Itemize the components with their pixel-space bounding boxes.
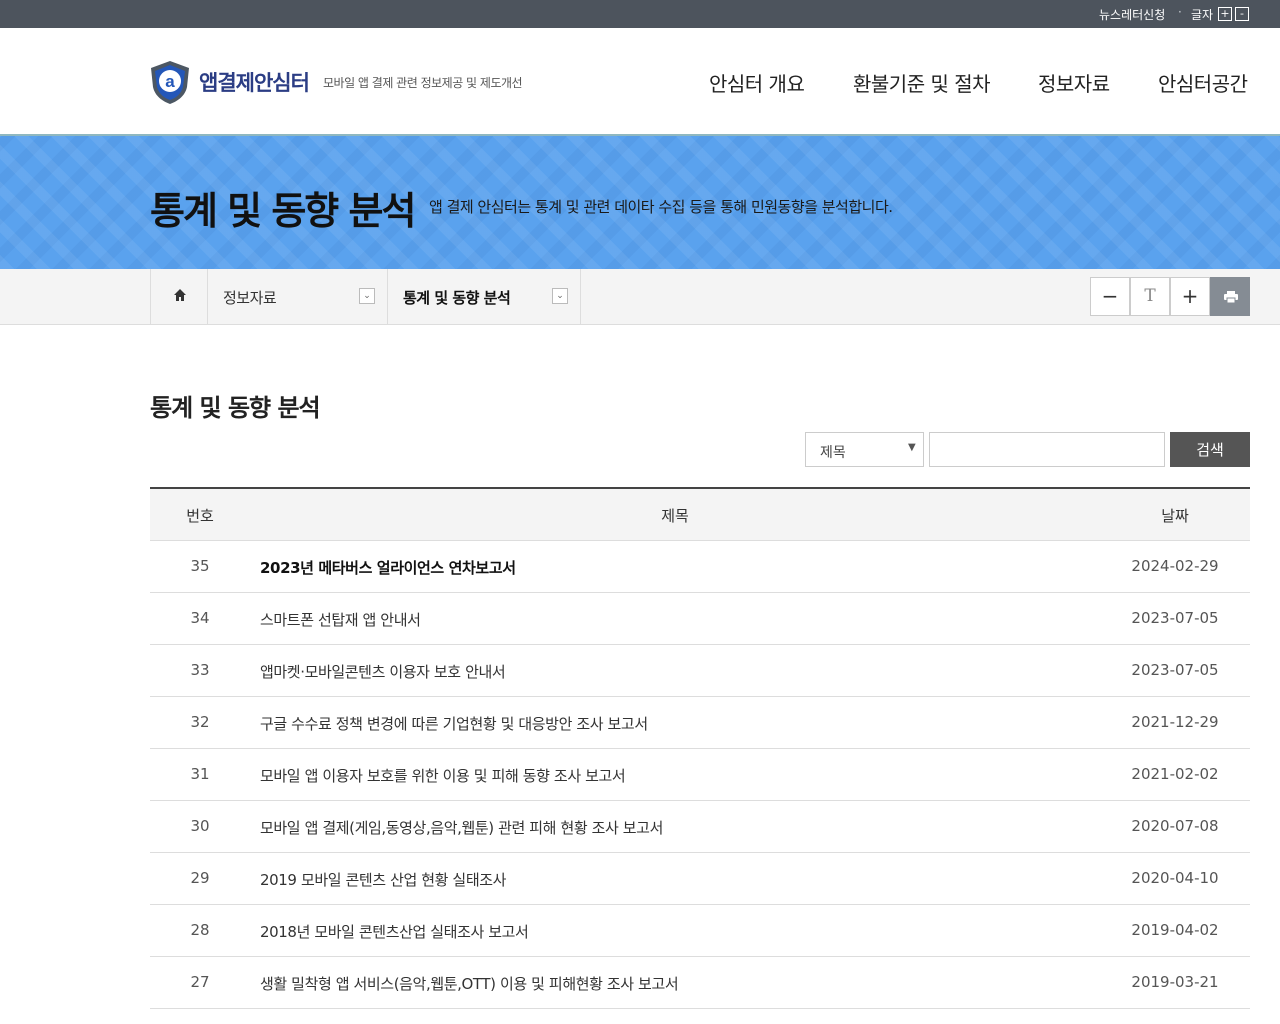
column-header-date: 날짜 (1161, 507, 1189, 525)
board-list: 번호 제목 날짜 35 2023년 메타버스 얼라이언스 연차보고서 2024-… (150, 487, 1250, 1009)
logo-text[interactable]: 앱결제안심터 (199, 67, 310, 97)
breadcrumb: 정보자료 ⌄ 통계 및 동향 분석 ⌄ (0, 269, 1280, 325)
font-increase-button[interactable]: + (1218, 7, 1232, 21)
row-date: 2020-07-08 (1131, 817, 1219, 835)
row-title-link[interactable]: 생활 밀착형 앱 서비스(음악,웹툰,OTT) 이용 및 피해현황 조사 보고서 (260, 973, 679, 994)
table-row[interactable]: 32 구글 수수료 정책 변경에 따른 기업현황 및 대응방안 조사 보고서 2… (150, 697, 1250, 749)
table-row[interactable]: 30 모바일 앱 결제(게임,동영상,음악,웹툰) 관련 피해 현황 조사 보고… (150, 801, 1250, 853)
nav-item-refund[interactable]: 환불기준 및 절차 (853, 68, 991, 97)
row-title-link[interactable]: 앱마켓·모바일콘텐츠 이용자 보호 안내서 (260, 661, 506, 682)
nav-item-space[interactable]: 안심터공간 (1158, 68, 1248, 97)
breadcrumb-item-current[interactable]: 통계 및 동향 분석 ⌄ (388, 269, 581, 324)
row-date: 2021-12-29 (1131, 713, 1219, 731)
zoom-in-button[interactable]: + (1170, 277, 1210, 316)
svg-text:a: a (165, 72, 175, 91)
banner-description: 앱 결제 안심터는 통계 및 관련 데이타 수집 등을 통해 민원동향을 분석합… (429, 198, 893, 216)
table-row[interactable]: 27 생활 밀착형 앱 서비스(음악,웹툰,OTT) 이용 및 피해현황 조사 … (150, 957, 1250, 1009)
nav-item-overview[interactable]: 안심터 개요 (709, 68, 805, 97)
row-date: 2024-02-29 (1131, 557, 1219, 575)
home-icon (174, 289, 186, 301)
row-date: 2023-07-05 (1131, 661, 1219, 679)
row-title-link[interactable]: 2023년 메타버스 얼라이언스 연차보고서 (260, 557, 516, 578)
shield-a-icon[interactable]: a (148, 59, 192, 105)
column-header-title: 제목 (661, 507, 689, 525)
row-number: 35 (190, 557, 210, 575)
breadcrumb-label: 정보자료 (223, 289, 277, 307)
font-decrease-button[interactable]: - (1235, 7, 1249, 21)
search-select-value: 제목 (820, 445, 846, 461)
search-button[interactable]: 검색 (1170, 432, 1250, 467)
search-input[interactable] (929, 432, 1165, 467)
chevron-down-icon[interactable]: ⌄ (552, 288, 568, 304)
table-row[interactable]: 31 모바일 앱 이용자 보호를 위한 이용 및 피해 동향 조사 보고서 20… (150, 749, 1250, 801)
breadcrumb-item-resources[interactable]: 정보자료 ⌄ (208, 269, 388, 324)
site-header: a 앱결제안심터 모바일 앱 결제 관련 정보제공 및 제도개선 안심터 개요 … (0, 28, 1280, 136)
search-field-select[interactable]: 제목 ▼ (805, 432, 924, 467)
row-date: 2019-03-21 (1131, 973, 1219, 991)
row-number: 28 (190, 921, 210, 939)
row-title-link[interactable]: 모바일 앱 이용자 보호를 위한 이용 및 피해 동향 조사 보고서 (260, 765, 626, 786)
table-row[interactable]: 35 2023년 메타버스 얼라이언스 연차보고서 2024-02-29 (150, 541, 1250, 593)
row-number: 27 (190, 973, 210, 991)
row-date: 2019-04-02 (1131, 921, 1219, 939)
separator-dot: · (1178, 5, 1182, 19)
row-date: 2021-02-02 (1131, 765, 1219, 783)
row-date: 2020-04-10 (1131, 869, 1219, 887)
chevron-down-icon[interactable]: ⌄ (359, 288, 375, 304)
row-number: 34 (190, 609, 210, 627)
zoom-reset-button[interactable]: T (1130, 277, 1170, 316)
zoom-out-button[interactable]: − (1090, 277, 1130, 316)
row-title-link[interactable]: 스마트폰 선탑재 앱 안내서 (260, 609, 421, 630)
top-utility-bar: 뉴스레터신청 · 글자 + - (0, 0, 1280, 28)
row-title-link[interactable]: 구글 수수료 정책 변경에 따른 기업현황 및 대응방안 조사 보고서 (260, 713, 648, 734)
logo-subtitle: 모바일 앱 결제 관련 정보제공 및 제도개선 (323, 76, 523, 90)
page-title: 통계 및 동향 분석 (150, 394, 321, 422)
page-banner: 통계 및 동향 분석 앱 결제 안심터는 통계 및 관련 데이타 수집 등을 통… (0, 136, 1280, 269)
row-number: 33 (190, 661, 210, 679)
row-number: 32 (190, 713, 210, 731)
chevron-down-icon: ▼ (908, 442, 916, 453)
table-row[interactable]: 34 스마트폰 선탑재 앱 안내서 2023-07-05 (150, 593, 1250, 645)
table-header: 번호 제목 날짜 (150, 489, 1250, 541)
breadcrumb-home[interactable] (150, 269, 208, 324)
table-row[interactable]: 33 앱마켓·모바일콘텐츠 이용자 보호 안내서 2023-07-05 (150, 645, 1250, 697)
row-number: 30 (190, 817, 210, 835)
row-date: 2023-07-05 (1131, 609, 1219, 627)
font-size-label: 글자 (1191, 8, 1214, 22)
print-button[interactable] (1210, 277, 1250, 316)
row-number: 29 (190, 869, 210, 887)
nav-item-resources[interactable]: 정보자료 (1038, 68, 1110, 97)
row-title-link[interactable]: 모바일 앱 결제(게임,동영상,음악,웹툰) 관련 피해 현황 조사 보고서 (260, 817, 663, 838)
row-title-link[interactable]: 2018년 모바일 콘텐츠산업 실태조사 보고서 (260, 921, 529, 942)
newsletter-link[interactable]: 뉴스레터신청 (1099, 6, 1165, 23)
print-icon (1224, 291, 1238, 303)
row-title-link[interactable]: 2019 모바일 콘텐츠 산업 현황 실태조사 (260, 869, 506, 890)
row-number: 31 (190, 765, 210, 783)
column-header-num: 번호 (186, 507, 214, 525)
breadcrumb-label: 통계 및 동향 분석 (403, 289, 511, 307)
banner-title: 통계 및 동향 분석 (150, 189, 416, 233)
table-row[interactable]: 28 2018년 모바일 콘텐츠산업 실태조사 보고서 2019-04-02 (150, 905, 1250, 957)
table-row[interactable]: 29 2019 모바일 콘텐츠 산업 현황 실태조사 2020-04-10 (150, 853, 1250, 905)
